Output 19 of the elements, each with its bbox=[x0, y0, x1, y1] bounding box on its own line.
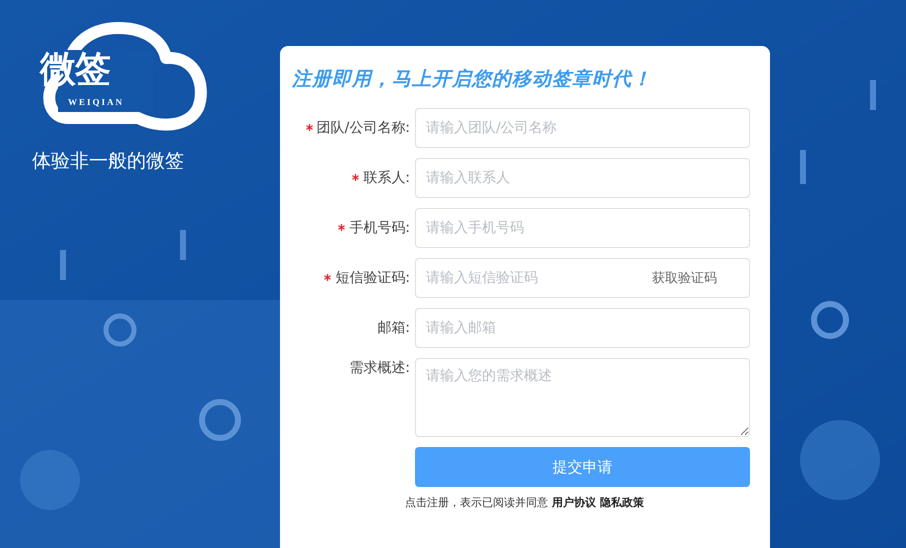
input-field[interactable]: 请输入邮箱 bbox=[415, 308, 750, 348]
field-label: 团队/公司名称: bbox=[290, 108, 415, 148]
input-field[interactable]: 请输入联系人 bbox=[415, 158, 750, 198]
input-field[interactable]: 请输入手机号码 bbox=[415, 208, 750, 248]
agreement-text: 点击注册，表示已阅读并同意 bbox=[405, 495, 548, 510]
tagline: 体验非一般的微签 bbox=[32, 149, 184, 174]
description-textarea[interactable]: 请输入您的需求概述 bbox=[415, 358, 750, 437]
field-label: 手机号码: bbox=[290, 208, 415, 248]
logo-subtitle: WEIQIAN bbox=[68, 97, 124, 107]
field-label: 需求概述: bbox=[348, 359, 411, 378]
form-heading: 注册即用，马上开启您的移动签章时代！ bbox=[292, 67, 653, 92]
agreement-link[interactable]: 隐私政策 bbox=[600, 495, 644, 510]
code-input-field[interactable]: 请输入短信验证码 获取验证码 bbox=[415, 258, 750, 298]
get-code-button[interactable]: 获取验证码 bbox=[642, 269, 749, 287]
agreement-link[interactable]: 用户协议 bbox=[552, 495, 596, 510]
field-label: 联系人: bbox=[290, 158, 415, 198]
field-label: 短信验证码: bbox=[290, 258, 415, 298]
field-label: 邮箱: bbox=[376, 319, 411, 338]
input-field[interactable]: 请输入团队/公司名称 bbox=[415, 108, 750, 148]
